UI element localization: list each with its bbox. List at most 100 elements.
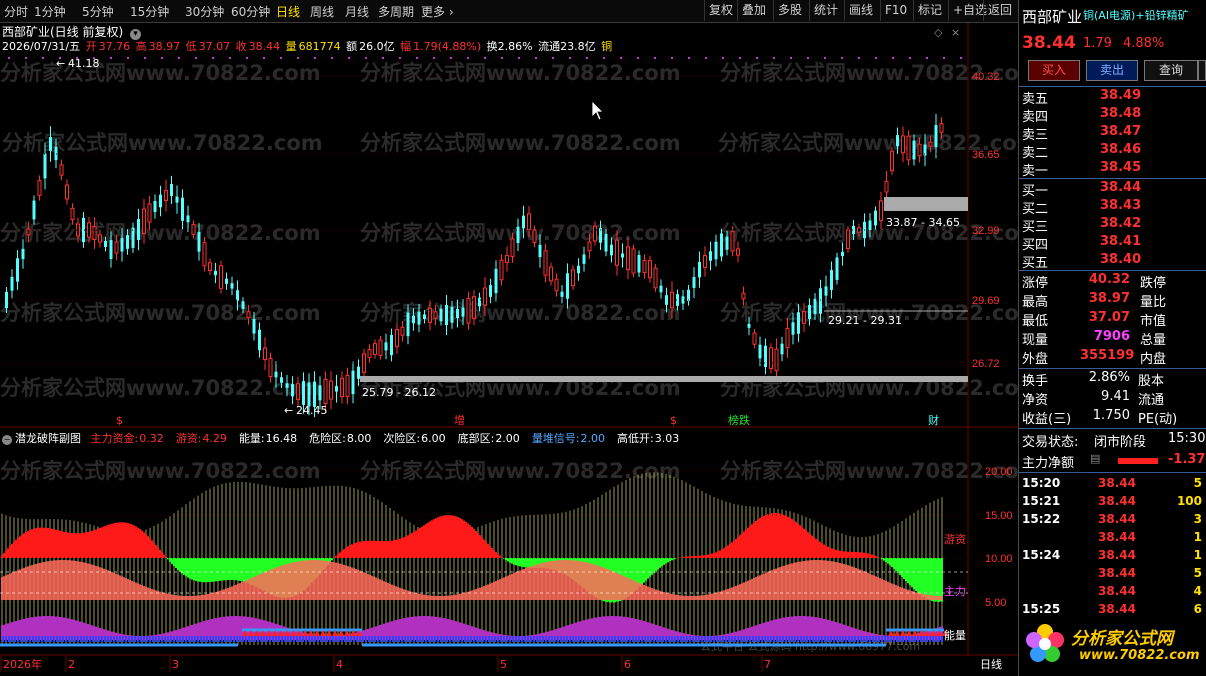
volume-signal-bar	[650, 636, 652, 642]
ask-level-row[interactable]: 卖一 38.45	[1022, 160, 1204, 179]
candle-body-down	[214, 270, 217, 276]
event-marker[interactable]: 榜跌	[728, 413, 750, 427]
candle-body-down	[489, 285, 492, 297]
candle-body-down	[335, 385, 338, 392]
candle-body-down	[285, 383, 289, 388]
signal-dot	[943, 57, 945, 59]
candle-body-down	[824, 286, 828, 296]
bid-level-row[interactable]: 买三 38.42	[1022, 216, 1204, 235]
close-icon[interactable]: ×	[951, 26, 960, 39]
volume-signal-bar	[932, 636, 934, 642]
volume-signal-bar	[104, 636, 106, 642]
volume-signal-bar	[848, 636, 850, 642]
stat-label: 收益(三)	[1022, 412, 1072, 427]
volume-signal-bar	[29, 636, 31, 642]
signal-dot	[841, 57, 843, 59]
volume-signal-bar	[935, 636, 937, 642]
event-marker[interactable]: 财	[928, 413, 939, 427]
volume-signal-bar	[311, 636, 313, 642]
candle-body-up	[741, 292, 746, 300]
ask-level-row[interactable]: 卖三 38.47	[1022, 124, 1204, 143]
book-level-label: 买五	[1022, 256, 1049, 271]
tick-time: 15:25	[1022, 602, 1061, 616]
stock-name: 西部矿业	[1022, 8, 1083, 26]
candle-body-up	[549, 266, 553, 282]
candle-body-up	[59, 164, 64, 176]
indicator-param-value: 6.00	[421, 432, 446, 445]
watermark-text: 分析家公式网www.70822.com	[0, 61, 321, 85]
volume-signal-bar	[722, 636, 724, 642]
watermark-text: 分析家公式网www.70822.com	[360, 61, 681, 85]
bid-level-row[interactable]: 买五 38.40	[1022, 252, 1204, 271]
volume-signal-bar	[410, 636, 412, 642]
indicator-toggle-icon[interactable]: −	[2, 435, 12, 445]
volume-signal-bar	[668, 636, 670, 642]
stat-label-2: 流通	[1138, 393, 1165, 408]
volume-signal-bar	[854, 636, 856, 642]
candle-body-up	[505, 255, 509, 263]
volume-signal-bar	[161, 636, 163, 642]
volume-signal-bar	[731, 636, 733, 642]
event-marker[interactable]: $	[670, 414, 677, 427]
volume-signal-bar	[827, 636, 829, 642]
volume-signal-bar	[122, 636, 124, 642]
volume-signal-bar	[740, 636, 742, 642]
candle-body-up	[70, 207, 75, 221]
candle-body-down	[522, 215, 525, 229]
candle-body-down	[159, 194, 162, 208]
tick-row: 15:20 38.44 5	[1022, 476, 1204, 494]
volume-signal-bar	[164, 636, 166, 642]
ask-level-row[interactable]: 卖五 38.49	[1022, 88, 1204, 107]
volume-signal-bar	[758, 636, 760, 642]
ask-level-row[interactable]: 卖二 38.46	[1022, 142, 1204, 161]
net-flow-value: -1.37	[1168, 452, 1206, 467]
tick-price: 38.44	[1098, 584, 1136, 598]
indicator-param-value: 0.32	[139, 432, 164, 445]
volume-signal-bar	[44, 636, 46, 642]
volume-signal-bar	[887, 636, 889, 642]
period-indicator[interactable]: 日线	[980, 657, 1002, 671]
stat-label: 净资	[1022, 393, 1049, 408]
candle-body-up	[648, 260, 652, 279]
volume-signal-bar	[755, 636, 757, 642]
signal-dot	[552, 57, 554, 59]
volume-signal-bar	[305, 636, 307, 642]
list-icon[interactable]: ▤	[1090, 452, 1100, 465]
volume-signal-bar	[197, 636, 199, 642]
ask-level-row[interactable]: 卖四 38.48	[1022, 106, 1204, 125]
bid-level-row[interactable]: 买一 38.44	[1022, 180, 1204, 199]
volume-signal-bar	[227, 636, 229, 642]
volume-signal-bar	[203, 636, 205, 642]
buy-button[interactable]: 买入	[1028, 60, 1080, 81]
volume-signal-bar	[260, 636, 262, 642]
volume-signal-bar	[317, 636, 319, 642]
candle-body-down	[819, 288, 822, 314]
candle-body-down	[10, 276, 14, 291]
bid-level-row[interactable]: 买四 38.41	[1022, 234, 1204, 253]
event-marker[interactable]: $	[116, 414, 123, 427]
volume-signal-bar	[377, 636, 379, 642]
kline-chart[interactable]: ◇ × 分析家公式网www.70822.com 分析家公式网www.70822.c…	[0, 0, 1018, 676]
diamond-icon[interactable]: ◇	[934, 26, 943, 39]
menu-stub-button[interactable]	[1198, 60, 1206, 81]
candle-body-down	[714, 241, 718, 260]
volume-signal-bar	[938, 636, 940, 642]
volume-signal-bar	[83, 636, 85, 642]
candle-body-down	[874, 210, 877, 226]
price-axis-label: 29.69	[972, 295, 1000, 307]
volume-signal-bar	[299, 636, 301, 642]
bid-level-row[interactable]: 买二 38.43	[1022, 198, 1204, 217]
candle-body-down	[120, 237, 124, 252]
volume-signal-bar	[752, 636, 754, 642]
sell-button[interactable]: 卖出	[1086, 60, 1138, 81]
indicator-param: 危险区:8.00	[309, 432, 377, 445]
candle-body-up	[367, 349, 372, 358]
event-marker[interactable]: 增	[454, 413, 465, 427]
query-button[interactable]: 查询	[1144, 60, 1198, 81]
volume-signal-bar	[782, 636, 784, 642]
volume-signal-bar	[794, 636, 796, 642]
candle-body-up	[571, 269, 575, 287]
volume-signal-bar	[575, 636, 577, 642]
candle-body-up	[653, 267, 658, 289]
volume-signal-bar	[743, 636, 745, 642]
